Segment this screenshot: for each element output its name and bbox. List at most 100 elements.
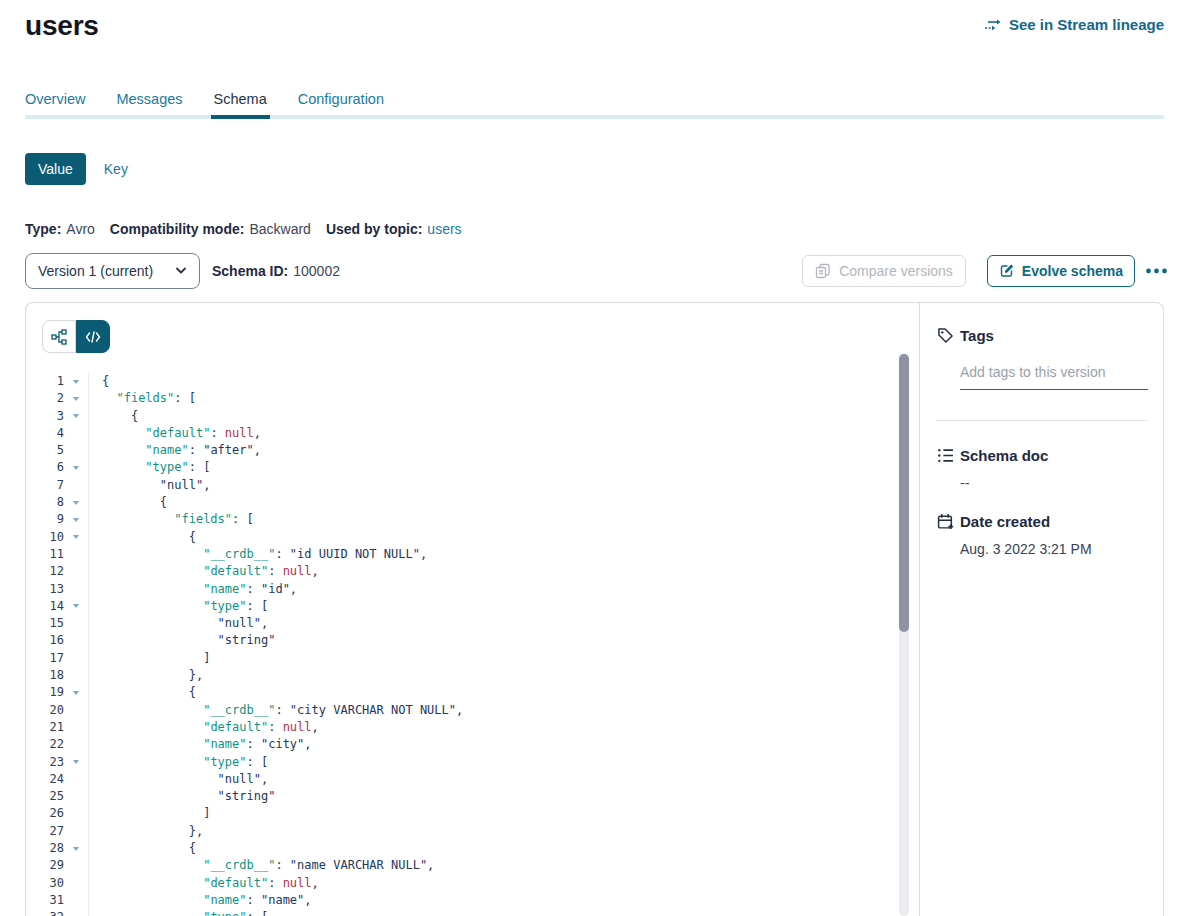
code-line: 32 "type": [ xyxy=(26,909,919,916)
fold-gutter[interactable] xyxy=(64,494,88,511)
value-toggle-button[interactable]: Value xyxy=(25,153,86,185)
tags-section-title: Tags xyxy=(937,327,1147,344)
code-line: 1{ xyxy=(26,373,919,390)
code-text: { xyxy=(88,373,919,390)
fold-triangle-icon[interactable] xyxy=(73,760,79,764)
line-number: 4 xyxy=(26,425,64,442)
code-line: 6 "type": [ xyxy=(26,459,919,476)
compare-versions-button[interactable]: Compare versions xyxy=(802,255,966,287)
code-text: "name": "city", xyxy=(88,736,919,753)
line-number: 2 xyxy=(26,390,64,407)
sidebar-divider xyxy=(936,420,1147,421)
fold-gutter xyxy=(64,477,88,494)
page-header: users See in Stream lineage xyxy=(25,0,1164,43)
details-sidebar: Tags Schema doc -- Date xyxy=(919,303,1163,916)
editor-toolbar xyxy=(26,303,919,353)
version-select[interactable]: Version 1 (current) xyxy=(25,253,200,289)
topic-group: Used by topic:users xyxy=(326,221,462,237)
fold-gutter[interactable] xyxy=(64,529,88,546)
topic-link[interactable]: users xyxy=(427,221,461,237)
fold-gutter[interactable] xyxy=(64,840,88,857)
tab-schema[interactable]: Schema xyxy=(214,90,267,115)
code-line: 17 ] xyxy=(26,650,919,667)
scrollbar-thumb[interactable] xyxy=(899,354,909,632)
fold-triangle-icon[interactable] xyxy=(73,691,79,695)
line-number: 8 xyxy=(26,494,64,511)
code-editor[interactable]: 1{2 "fields": [3 {4 "default": null,5 "n… xyxy=(26,373,919,916)
tab-messages[interactable]: Messages xyxy=(116,90,182,115)
code-line: 24 "null", xyxy=(26,771,919,788)
line-number: 17 xyxy=(26,650,64,667)
fold-gutter xyxy=(64,823,88,840)
fold-gutter[interactable] xyxy=(64,459,88,476)
line-number: 32 xyxy=(26,909,64,916)
evolve-schema-button[interactable]: Evolve schema xyxy=(987,255,1135,287)
fold-triangle-icon[interactable] xyxy=(73,535,79,539)
code-text: { xyxy=(88,840,919,857)
line-number: 10 xyxy=(26,529,64,546)
code-line: 21 "default": null, xyxy=(26,719,919,736)
line-number: 12 xyxy=(26,563,64,580)
fold-triangle-icon[interactable] xyxy=(73,380,79,384)
code-text: "string" xyxy=(88,788,919,805)
date-created-section-title: Date created xyxy=(937,513,1147,530)
fold-gutter[interactable] xyxy=(64,909,88,916)
fold-triangle-icon[interactable] xyxy=(73,397,79,401)
fold-triangle-icon[interactable] xyxy=(73,604,79,608)
tree-view-button[interactable] xyxy=(42,320,76,353)
code-text: }, xyxy=(88,667,919,684)
fold-gutter[interactable] xyxy=(64,754,88,771)
tree-view-icon xyxy=(51,329,67,345)
fold-gutter[interactable] xyxy=(64,511,88,528)
code-line: 16 "string" xyxy=(26,632,919,649)
schema-editor: 1{2 "fields": [3 {4 "default": null,5 "n… xyxy=(26,303,919,916)
fold-gutter xyxy=(64,719,88,736)
line-number: 13 xyxy=(26,581,64,598)
fold-gutter[interactable] xyxy=(64,598,88,615)
fold-triangle-icon[interactable] xyxy=(73,518,79,522)
schema-id: Schema ID:100002 xyxy=(212,263,340,279)
code-text: { xyxy=(88,494,919,511)
tags-input[interactable] xyxy=(960,364,1148,390)
fold-triangle-icon[interactable] xyxy=(73,501,79,505)
line-number: 15 xyxy=(26,615,64,632)
more-actions-button[interactable] xyxy=(1146,268,1167,274)
scrollbar-track[interactable] xyxy=(899,353,909,916)
fold-gutter[interactable] xyxy=(64,408,88,425)
fold-gutter xyxy=(64,632,88,649)
code-line: 9 "fields": [ xyxy=(26,511,919,528)
tag-icon xyxy=(937,327,954,344)
line-number: 11 xyxy=(26,546,64,563)
code-view-button[interactable] xyxy=(76,320,110,353)
line-number: 14 xyxy=(26,598,64,615)
tab-configuration[interactable]: Configuration xyxy=(298,90,384,115)
code-line: 22 "name": "city", xyxy=(26,736,919,753)
stream-lineage-link[interactable]: See in Stream lineage xyxy=(984,16,1164,33)
version-bar: Version 1 (current) Schema ID:100002 Com… xyxy=(25,253,1164,289)
fold-gutter[interactable] xyxy=(64,684,88,701)
schema-page: users See in Stream lineage Overview Mess… xyxy=(0,0,1189,916)
line-number: 9 xyxy=(26,511,64,528)
fold-gutter[interactable] xyxy=(64,390,88,407)
calendar-plus-icon xyxy=(937,513,954,530)
schema-doc-value: -- xyxy=(960,475,1147,491)
fold-triangle-icon[interactable] xyxy=(73,847,79,851)
edit-icon xyxy=(999,263,1015,279)
code-text: "name": "id", xyxy=(88,581,919,598)
fold-gutter xyxy=(64,702,88,719)
code-text: "type": [ xyxy=(88,754,919,771)
code-line: 25 "string" xyxy=(26,788,919,805)
key-toggle-button[interactable]: Key xyxy=(104,161,128,177)
fold-triangle-icon[interactable] xyxy=(73,466,79,470)
type-group: Type:Avro xyxy=(25,221,95,237)
code-text: "null", xyxy=(88,771,919,788)
code-line: 11 "__crdb__": "id UUID NOT NULL", xyxy=(26,546,919,563)
fold-gutter[interactable] xyxy=(64,373,88,390)
line-number: 30 xyxy=(26,875,64,892)
fold-gutter xyxy=(64,857,88,874)
schema-meta: Type:Avro Compatibility mode:Backward Us… xyxy=(25,221,1164,237)
code-line: 4 "default": null, xyxy=(26,425,919,442)
tab-overview[interactable]: Overview xyxy=(25,90,85,115)
fold-gutter xyxy=(64,581,88,598)
fold-triangle-icon[interactable] xyxy=(73,414,79,418)
